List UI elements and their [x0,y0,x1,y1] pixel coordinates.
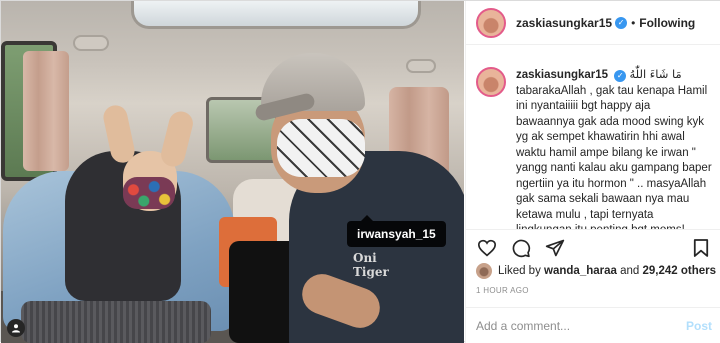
verified-badge-icon: ✓ [614,69,627,82]
post-sidebar: zaskiasungkar15 ✓ • Following zaskiasung… [465,1,720,343]
action-bar [466,229,720,265]
avatar[interactable] [476,67,506,97]
woman-mask [123,177,175,209]
post-photo[interactable]: Oni Tiger irwansyah_15 [1,1,464,343]
user-tag-icon[interactable] [7,319,25,337]
likes-prefix: Liked by [498,265,541,277]
avatar[interactable] [476,263,492,279]
comment-box: Add a comment... Post [466,307,720,343]
caption-arabic: مَا شَاءَ اللّٰهُ [629,67,682,81]
comment-input[interactable]: Add a comment... [476,319,686,333]
caption-text: zaskiasungkar15 ✓ مَا شَاءَ اللّٰهُ taba… [516,67,712,229]
separator-dot: • [631,15,636,30]
post-comment-button[interactable]: Post [686,319,712,333]
likes-summary: Liked by wanda_haraa and 29,242 others [476,263,716,279]
woman-hand [158,108,196,170]
avatar[interactable] [476,7,506,38]
comment-icon[interactable] [510,237,532,259]
username-link[interactable]: zaskiasungkar15 [516,16,612,30]
instagram-post: Oni Tiger irwansyah_15 zaskiasungkar15 ✓… [0,0,720,343]
shirt-logo: Oni Tiger [353,251,389,279]
verified-badge-icon: ✓ [615,16,628,29]
car-light [406,59,436,73]
user-tag-label[interactable]: irwansyah_15 [347,215,446,247]
caption-username[interactable]: zaskiasungkar15 [516,69,608,81]
caption-block: zaskiasungkar15 ✓ مَا شَاءَ اللّٰهُ taba… [466,57,720,229]
man-mask [277,119,365,177]
caption-body: tabarakaAllah , gak tau kenapa Hamil ini… [516,84,712,230]
car-light [73,35,109,51]
woman-skirt [21,301,211,343]
post-timestamp[interactable]: 1 HOUR AGO [476,286,529,295]
heart-icon[interactable] [476,237,498,259]
following-button[interactable]: Following [639,16,695,30]
bookmark-icon[interactable] [690,237,712,259]
likes-conj: and [620,265,640,277]
post-header: zaskiasungkar15 ✓ • Following [466,1,720,45]
car-curtain [23,51,69,171]
likes-count-link[interactable]: 29,242 others [643,265,717,277]
share-icon[interactable] [544,237,566,259]
car-sunroof [131,1,421,29]
liker-username[interactable]: wanda_haraa [544,265,617,277]
